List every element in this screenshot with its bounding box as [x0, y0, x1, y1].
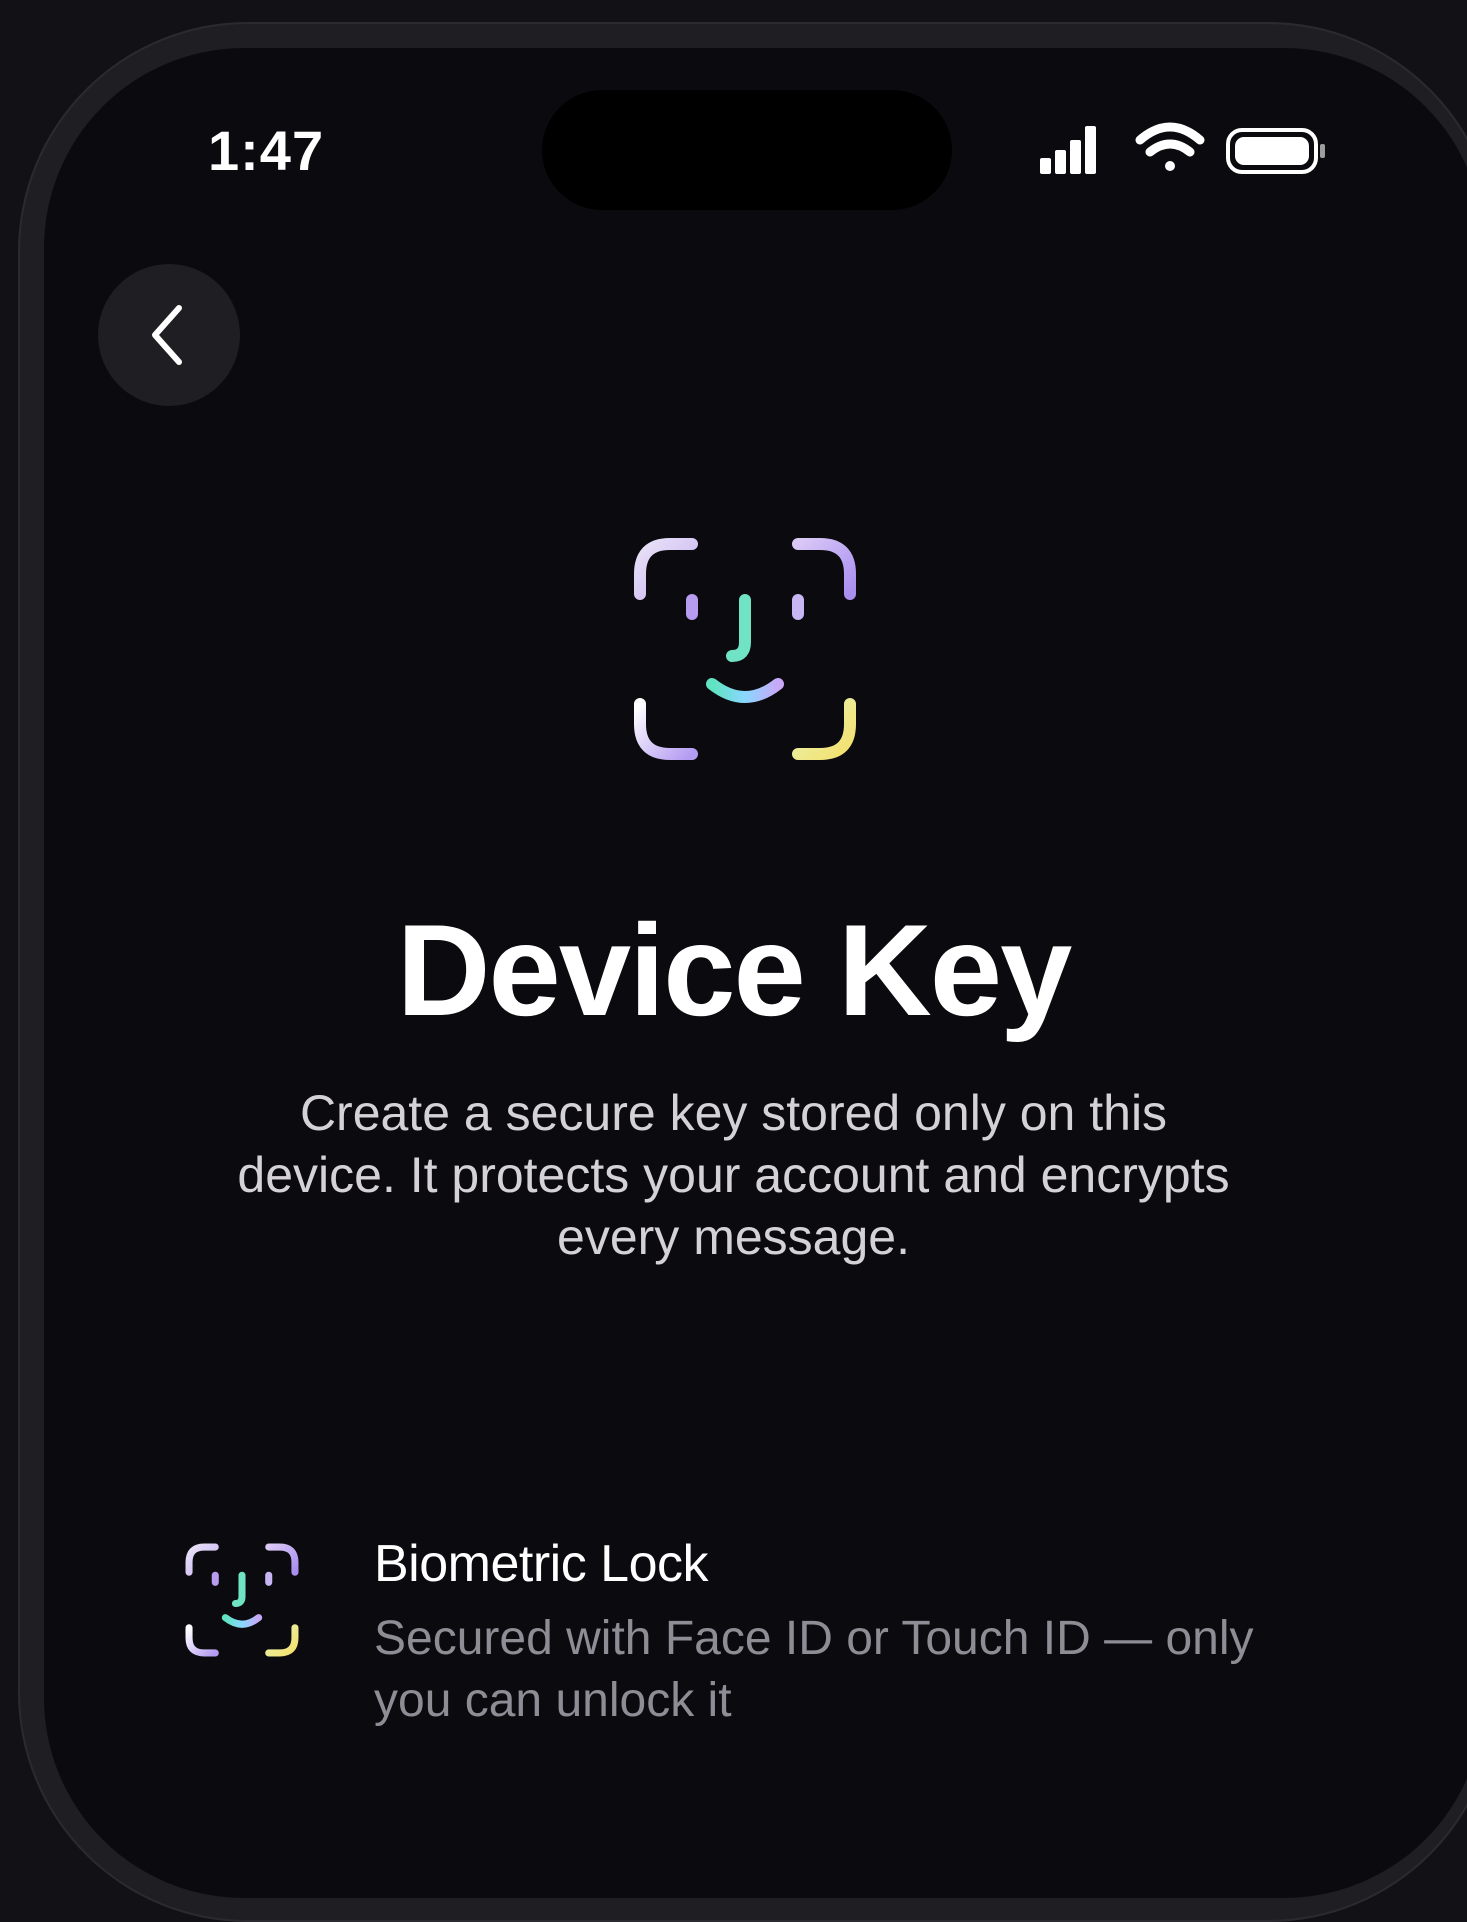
page-subtitle: Create a secure key stored only on this … [237, 1085, 1230, 1265]
dynamic-island [542, 90, 952, 210]
cellular-signal-icon [1040, 126, 1096, 174]
battery-icon [1226, 128, 1325, 174]
wifi-icon [1135, 122, 1205, 171]
feature-item-biometric-lock: Biometric Lock Secured with Face ID or T… [180, 1532, 1320, 1752]
face-id-icon [634, 538, 856, 760]
feature-description: Secured with Face ID or Touch ID — only … [374, 1612, 1254, 1727]
feature-title: Biometric Lock [374, 1535, 709, 1593]
chevron-left-icon [152, 305, 182, 365]
back-button[interactable] [98, 264, 240, 406]
page-title: Device Key [396, 897, 1073, 1043]
status-icons [1040, 122, 1325, 174]
face-id-icon [185, 1543, 299, 1657]
status-time: 1:47 [208, 119, 325, 182]
